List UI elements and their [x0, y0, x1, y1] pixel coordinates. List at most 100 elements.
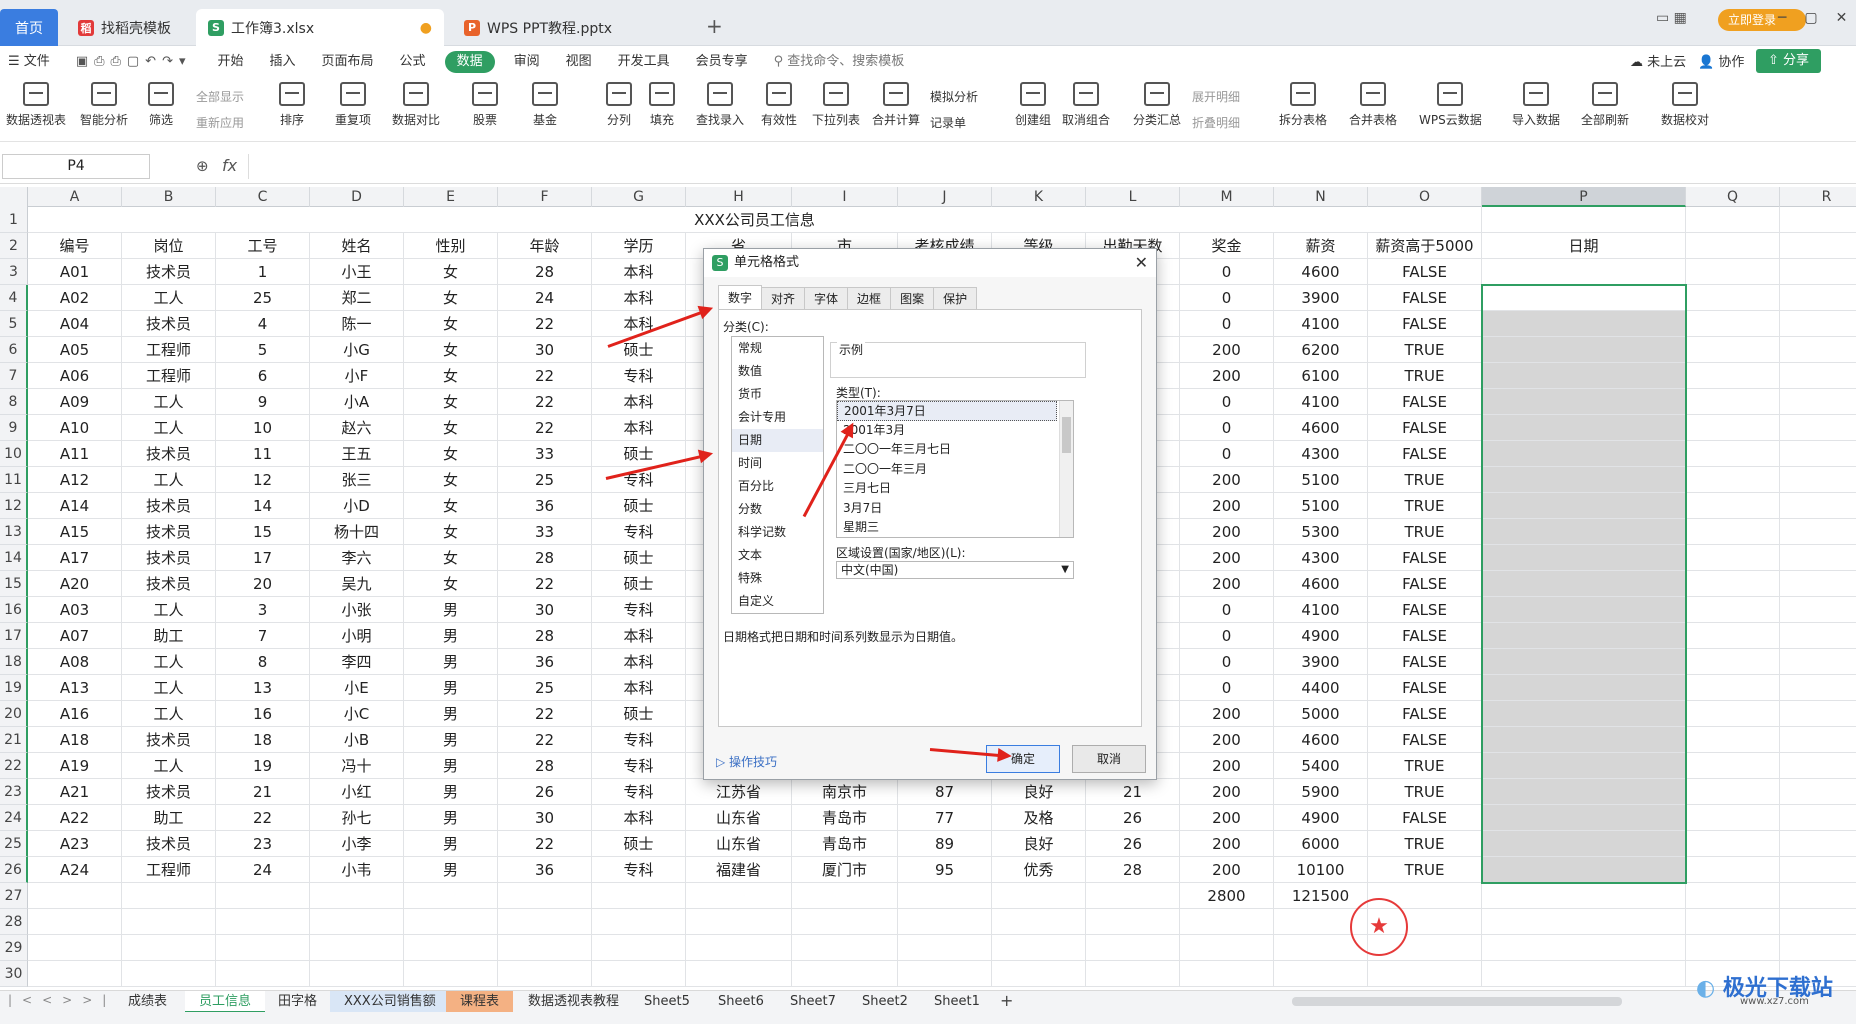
cell[interactable]: 工程师: [122, 857, 216, 883]
cell[interactable]: A18: [28, 727, 122, 753]
toolbar-button[interactable]: 排序: [279, 82, 305, 128]
cell[interactable]: 本科: [592, 805, 686, 831]
row-header[interactable]: 12: [0, 493, 28, 519]
cell[interactable]: A17: [28, 545, 122, 571]
cell[interactable]: [1686, 597, 1780, 623]
cell[interactable]: [1482, 675, 1686, 701]
column-header[interactable]: E: [404, 187, 498, 207]
cell[interactable]: [1780, 519, 1856, 545]
toolbar-button[interactable]: 重复项: [335, 82, 371, 128]
cell[interactable]: [1482, 571, 1686, 597]
cell[interactable]: [1686, 519, 1780, 545]
cell[interactable]: FALSE: [1368, 285, 1482, 311]
cell[interactable]: A03: [28, 597, 122, 623]
cell[interactable]: [1780, 441, 1856, 467]
cell[interactable]: [1086, 909, 1180, 935]
tab-border[interactable]: 边框: [847, 287, 892, 309]
cell[interactable]: [898, 909, 992, 935]
cell[interactable]: 26: [1086, 831, 1180, 857]
row-header[interactable]: 21: [0, 727, 28, 753]
cell[interactable]: [1780, 259, 1856, 285]
cell[interactable]: 22: [498, 831, 592, 857]
cell[interactable]: [1482, 753, 1686, 779]
column-header[interactable]: Q: [1686, 187, 1780, 207]
command-search[interactable]: ⚲ 查找命令、搜索模板: [761, 46, 918, 78]
cell[interactable]: 工人: [122, 467, 216, 493]
cell[interactable]: FALSE: [1368, 311, 1482, 337]
cell[interactable]: 5300: [1274, 519, 1368, 545]
cell[interactable]: A05: [28, 337, 122, 363]
column-header[interactable]: D: [310, 187, 404, 207]
row-header[interactable]: 17: [0, 623, 28, 649]
cell[interactable]: [1780, 727, 1856, 753]
cell[interactable]: 女: [404, 337, 498, 363]
cell[interactable]: [498, 909, 592, 935]
toolbar-button[interactable]: 合并计算: [872, 82, 920, 128]
cell[interactable]: 11: [216, 441, 310, 467]
cell[interactable]: FALSE: [1368, 701, 1482, 727]
cell[interactable]: 男: [404, 727, 498, 753]
cell[interactable]: A08: [28, 649, 122, 675]
toolbar-button[interactable]: 有效性: [761, 82, 797, 128]
cell[interactable]: 孙七: [310, 805, 404, 831]
cell[interactable]: 26: [1086, 805, 1180, 831]
type-list[interactable]: 2001年3月7日 2001年3月 二〇〇一年三月七日 二〇〇一年三月 三月七日 3月7日…: [836, 400, 1074, 538]
cell[interactable]: 李四: [310, 649, 404, 675]
cell[interactable]: 小B: [310, 727, 404, 753]
row-header[interactable]: 18: [0, 649, 28, 675]
cell[interactable]: [1780, 337, 1856, 363]
cell[interactable]: 工人: [122, 649, 216, 675]
cell[interactable]: 山东省: [686, 805, 792, 831]
cell[interactable]: 0: [1180, 259, 1274, 285]
row-header[interactable]: 19: [0, 675, 28, 701]
cell[interactable]: [1482, 779, 1686, 805]
cell[interactable]: [1780, 389, 1856, 415]
cell[interactable]: 24: [216, 857, 310, 883]
cell[interactable]: FALSE: [1368, 415, 1482, 441]
cell[interactable]: [792, 961, 898, 987]
cell[interactable]: [1780, 649, 1856, 675]
row-header[interactable]: 15: [0, 571, 28, 597]
cell[interactable]: [1368, 961, 1482, 987]
toolbar-small-expand[interactable]: 展开明细: [1192, 88, 1240, 105]
type-item[interactable]: 星期三: [837, 518, 1073, 538]
cell[interactable]: FALSE: [1368, 727, 1482, 753]
cell[interactable]: [1686, 649, 1780, 675]
cell[interactable]: [28, 883, 122, 909]
cell[interactable]: 25: [498, 675, 592, 701]
cell[interactable]: 女: [404, 311, 498, 337]
cell[interactable]: 本科: [592, 623, 686, 649]
toolbar-button[interactable]: 基金: [532, 82, 558, 128]
cell[interactable]: 硕士: [592, 701, 686, 727]
cell[interactable]: 奖金: [1180, 233, 1274, 259]
sheet-tab[interactable]: 数据透视表教程: [514, 991, 633, 1013]
cell[interactable]: [1686, 701, 1780, 727]
cell[interactable]: 女: [404, 545, 498, 571]
cell[interactable]: 200: [1180, 571, 1274, 597]
cell[interactable]: [310, 961, 404, 987]
cell[interactable]: A07: [28, 623, 122, 649]
new-tab-icon[interactable]: +: [706, 14, 723, 38]
cell[interactable]: [1482, 363, 1686, 389]
cell[interactable]: [1686, 441, 1780, 467]
toolbar-button[interactable]: 智能分析: [80, 82, 128, 128]
row-header[interactable]: 9: [0, 415, 28, 441]
toolbar-button[interactable]: 填充: [649, 82, 675, 128]
cell[interactable]: 硕士: [592, 571, 686, 597]
cell[interactable]: 3900: [1274, 649, 1368, 675]
cell[interactable]: FALSE: [1368, 571, 1482, 597]
cell[interactable]: [1482, 519, 1686, 545]
cell[interactable]: [1482, 935, 1686, 961]
tips-link[interactable]: ▷ 操作技巧: [716, 753, 777, 770]
cell[interactable]: [592, 961, 686, 987]
cell[interactable]: A14: [28, 493, 122, 519]
cell[interactable]: [1780, 545, 1856, 571]
cell[interactable]: [122, 883, 216, 909]
cell[interactable]: [992, 909, 1086, 935]
cell[interactable]: A11: [28, 441, 122, 467]
menu-layout[interactable]: 页面布局: [309, 46, 387, 78]
cell[interactable]: 专科: [592, 727, 686, 753]
menu-file[interactable]: ☰ 文件: [0, 46, 63, 78]
cell[interactable]: FALSE: [1368, 675, 1482, 701]
cell[interactable]: A15: [28, 519, 122, 545]
